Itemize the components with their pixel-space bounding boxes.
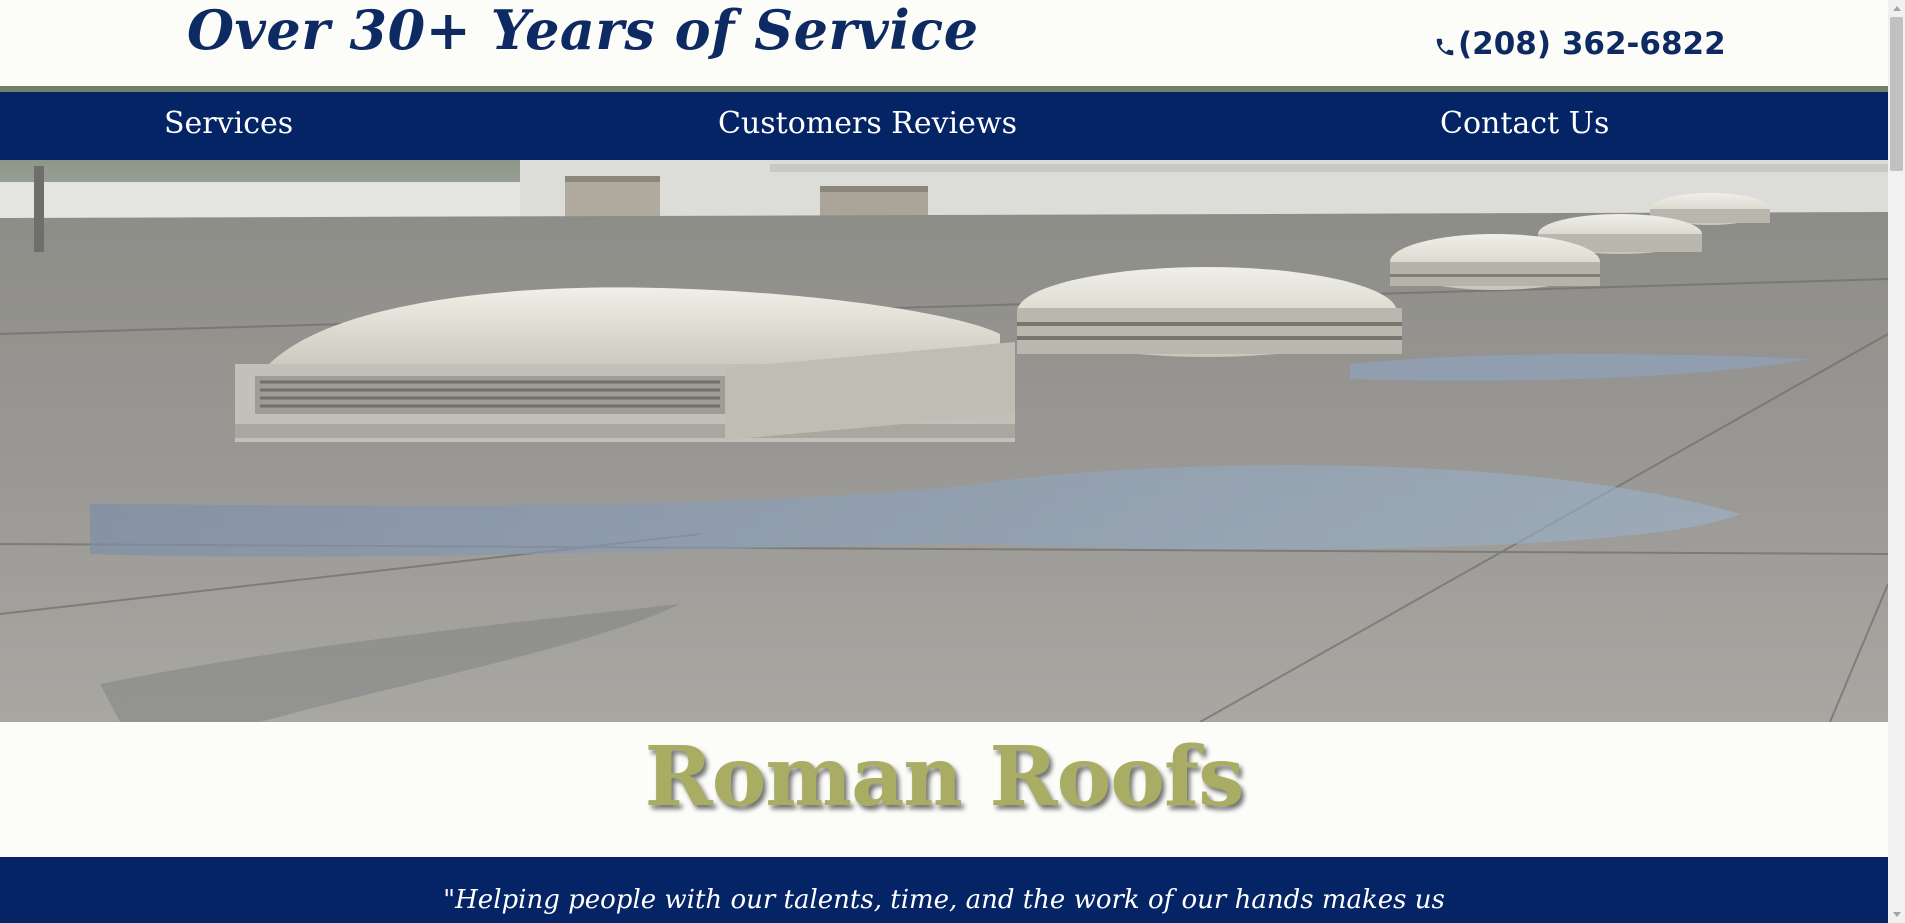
- phone-icon: [1436, 38, 1454, 56]
- brand-name: Roman Roofs: [644, 729, 1245, 825]
- vertical-scrollbar[interactable]: [1888, 0, 1905, 923]
- nav-item-services[interactable]: Services: [164, 106, 293, 141]
- phone-number: (208) 362-6822: [1458, 26, 1726, 62]
- tagline: Over 30+ Years of Service: [187, 0, 979, 62]
- nav-item-contact-us[interactable]: Contact Us: [1440, 106, 1609, 141]
- main-nav: Services Customers Reviews Contact Us: [0, 92, 1888, 160]
- hero-image: [0, 84, 1888, 722]
- scroll-down-arrow-icon[interactable]: [1888, 906, 1905, 923]
- quote-section: "Helping people with our talents, time, …: [0, 857, 1888, 923]
- page: Over 30+ Years of Service (208) 362-6822…: [0, 0, 1888, 923]
- brand-section: Roman Roofs: [0, 722, 1888, 857]
- quote-text: "Helping people with our talents, time, …: [443, 885, 1445, 915]
- top-bar: Over 30+ Years of Service (208) 362-6822: [0, 0, 1888, 86]
- phone-link[interactable]: (208) 362-6822: [1434, 26, 1726, 62]
- scrollbar-thumb[interactable]: [1890, 17, 1903, 171]
- scroll-up-arrow-icon[interactable]: [1888, 0, 1905, 17]
- nav-item-customers-reviews[interactable]: Customers Reviews: [718, 106, 1017, 141]
